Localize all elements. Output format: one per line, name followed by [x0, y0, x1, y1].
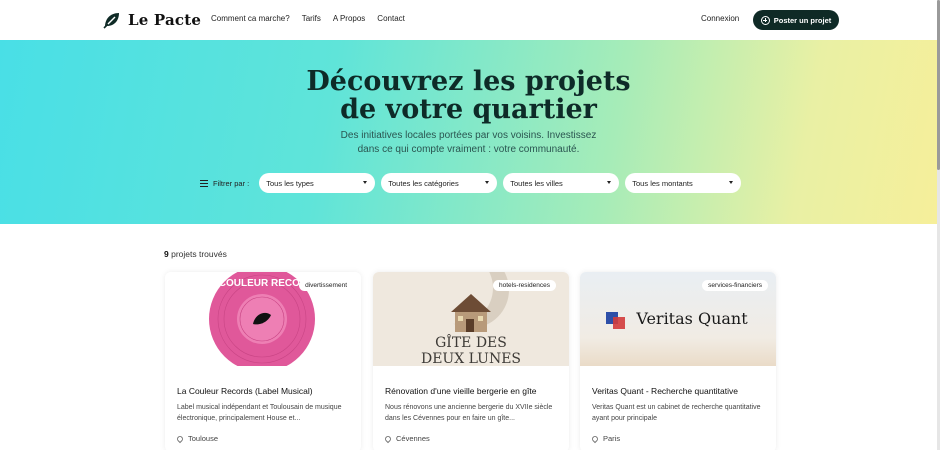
site-header: Le Pacte Comment ca marche? Tarifs A Pro…	[0, 0, 940, 40]
nav-contact[interactable]: Contact	[377, 14, 405, 23]
post-project-button[interactable]: Poster un projet	[753, 10, 839, 30]
project-description: Label musical indépendant et Toulousain …	[177, 404, 342, 422]
location-text: Paris	[603, 434, 621, 443]
results-count: 9 projets trouvés	[164, 249, 227, 259]
category-tag: divertissement	[299, 280, 353, 291]
project-description: Veritas Quant est un cabinet de recherch…	[592, 404, 761, 422]
chevron-down-icon	[607, 181, 612, 184]
map-pin-icon	[383, 434, 393, 443]
gite-name-line1: GÎTE DES	[435, 333, 507, 351]
project-location: Paris	[590, 434, 621, 443]
project-image: LA COULEUR RECORDS divertissement	[165, 272, 361, 366]
hero-subtitle-line2: dans ce qui compte vraiment : votre comm…	[357, 144, 580, 155]
results-count-label: projets trouvés	[171, 249, 227, 259]
nav-pricing[interactable]: Tarifs	[302, 14, 321, 23]
post-project-label: Poster un projet	[773, 15, 832, 25]
project-card-gite[interactable]: GÎTE DES DEUX LUNES hotels-residences Ré…	[373, 272, 569, 450]
type-select[interactable]: Tous les types	[259, 173, 376, 193]
project-image: GÎTE DES DEUX LUNES hotels-residences	[373, 272, 569, 366]
results-count-number: 9	[164, 249, 169, 259]
brand-name: Le Pacte	[128, 11, 202, 29]
hero-section: Découvrez les projets de votre quartier …	[0, 40, 937, 224]
map-pin-icon	[590, 434, 600, 443]
hero-subtitle: Des initiatives locales portées par vos …	[0, 129, 937, 157]
map-pin-icon	[175, 434, 185, 443]
filter-label: Filtrer par :	[200, 179, 249, 188]
filter-sliders-icon	[200, 179, 208, 187]
amount-select-value: Tous les montants	[632, 178, 693, 188]
project-location: Toulouse	[175, 434, 219, 443]
amount-select[interactable]: Tous les montants	[625, 173, 742, 193]
location-text: Toulouse	[188, 434, 219, 443]
city-select[interactable]: Toutes les villes	[503, 173, 620, 193]
project-title[interactable]: Rénovation d'une vieille bergerie en gît…	[385, 386, 560, 396]
project-image: Veritas Quant services-financiers	[580, 272, 776, 366]
category-select-value: Toutes les catégories	[388, 178, 459, 188]
city-select-value: Toutes les villes	[510, 178, 563, 188]
project-title[interactable]: Veritas Quant - Recherche quantitative	[592, 386, 767, 396]
hero-subtitle-line1: Des initiatives locales portées par vos …	[340, 130, 597, 141]
project-card-la-couleur[interactable]: LA COULEUR RECORDS divertissement La Cou…	[165, 272, 361, 450]
type-select-value: Tous les types	[266, 178, 314, 188]
hero-title-line1: Découvrez les projets	[306, 66, 631, 97]
veritas-logo-text: Veritas Quant	[635, 309, 748, 328]
main-nav: Comment ca marche? Tarifs A Propos Conta…	[211, 14, 405, 23]
project-card-veritas[interactable]: Veritas Quant services-financiers Verita…	[580, 272, 776, 450]
category-tag: services-financiers	[702, 280, 768, 291]
chevron-down-icon	[363, 181, 368, 184]
chevron-down-icon	[485, 181, 490, 184]
nav-how-it-works[interactable]: Comment ca marche?	[211, 14, 290, 23]
project-location: Cévennes	[383, 434, 430, 443]
project-title[interactable]: La Couleur Records (Label Musical)	[177, 386, 352, 396]
nav-about[interactable]: A Propos	[333, 14, 365, 23]
gite-name-line2: DEUX LUNES	[421, 351, 521, 366]
chevron-down-icon	[729, 181, 734, 184]
hero-title: Découvrez les projets de votre quartier	[0, 68, 937, 124]
hero-title-line2: de votre quartier	[340, 94, 597, 125]
project-description: Nous rénovons une ancienne bergerie du X…	[385, 404, 553, 422]
login-link[interactable]: Connexion	[701, 14, 739, 23]
leaf-logo-icon	[103, 13, 119, 29]
plus-circle-icon	[760, 15, 770, 25]
category-tag: hotels-residences	[493, 280, 556, 291]
brand-logo[interactable]: Le Pacte	[102, 10, 201, 30]
filter-label-text: Filtrer par :	[213, 178, 250, 188]
filter-bar: Filtrer par : Tous les types Toutes les …	[200, 173, 747, 193]
category-select[interactable]: Toutes les catégories	[381, 173, 498, 193]
location-text: Cévennes	[396, 434, 430, 443]
